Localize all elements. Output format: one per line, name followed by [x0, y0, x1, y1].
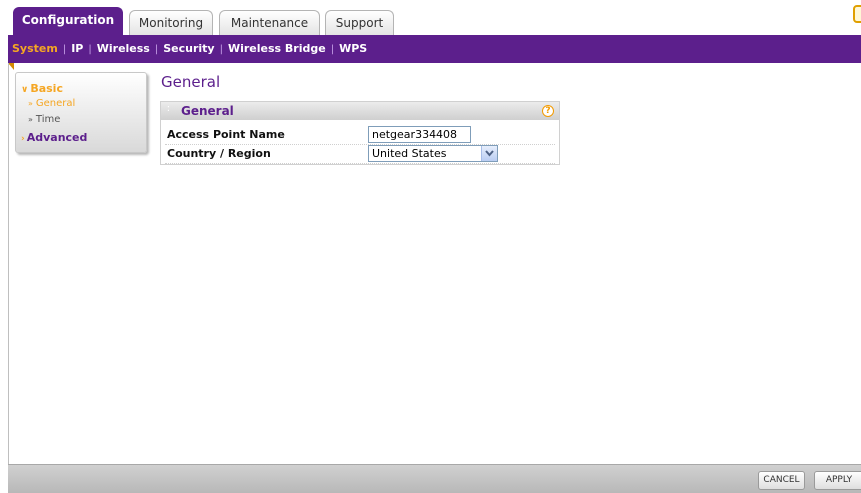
cancel-button[interactable]: CANCEL [758, 471, 805, 490]
tab-monitoring[interactable]: Monitoring [129, 10, 213, 35]
chevron-right-icon: » [28, 115, 33, 124]
subnav-wps[interactable]: WPS [339, 38, 367, 60]
country-label: Country / Region [167, 147, 271, 160]
subnav-separator: | [219, 44, 223, 55]
tab-configuration[interactable]: Configuration [13, 7, 123, 35]
logout-button[interactable] [853, 5, 861, 23]
country-select-value: United States [372, 147, 447, 160]
subnav-wireless[interactable]: Wireless [97, 38, 150, 60]
sidebar-item-time[interactable]: » Time [28, 114, 60, 125]
sidebar-item-advanced[interactable]: › Advanced [21, 131, 87, 144]
sidebar-item-basic[interactable]: ∨ Basic [21, 82, 63, 95]
subnav-system[interactable]: System [12, 38, 58, 60]
country-select[interactable]: United States [368, 145, 498, 162]
top-tab-bar: Configuration Monitoring Maintenance Sup… [0, 0, 861, 38]
chevron-down-icon[interactable] [481, 146, 497, 161]
panel-title: General [181, 104, 234, 118]
content-left-border [8, 63, 9, 464]
sub-navigation: System | IP | Wireless | Security | Wireless Bri… [8, 38, 861, 63]
chevron-right-icon: » [28, 99, 33, 108]
subnav-wireless-bridge[interactable]: Wireless Bridge [228, 38, 326, 60]
sidebar-item-label: Basic [30, 82, 63, 95]
sidebar-item-general[interactable]: » General [28, 98, 75, 109]
sidebar-item-label: General [35, 98, 76, 109]
page-title: General [161, 73, 221, 91]
panel-header: ∶ General ? [161, 102, 559, 120]
ap-name-label: Access Point Name [167, 128, 285, 141]
chevron-down-icon: ∨ [21, 85, 29, 95]
tab-support[interactable]: Support [325, 10, 394, 35]
subnav-security[interactable]: Security [163, 38, 214, 60]
action-bar: CANCEL APPLY [8, 464, 861, 493]
ap-name-input[interactable] [368, 126, 471, 143]
apply-button[interactable]: APPLY [814, 471, 861, 490]
help-icon[interactable]: ? [542, 105, 554, 117]
subnav-ip[interactable]: IP [71, 38, 83, 60]
sidebar-item-label: Advanced [26, 131, 88, 144]
chevron-right-icon: › [21, 134, 25, 144]
tab-maintenance[interactable]: Maintenance [219, 10, 320, 35]
subnav-separator: | [62, 44, 67, 55]
subnav-separator: | [330, 44, 335, 55]
grip-icon: ∶ [167, 104, 169, 115]
row-divider [165, 163, 555, 164]
general-settings-panel: ∶ General ? Access Point Name Country / … [160, 101, 560, 165]
sidebar-item-label: Time [35, 114, 61, 125]
subnav-separator: | [154, 44, 159, 55]
sidebar-menu: ∨ Basic » General » Time › Advanced [15, 72, 147, 153]
subnav-separator: | [88, 44, 92, 55]
